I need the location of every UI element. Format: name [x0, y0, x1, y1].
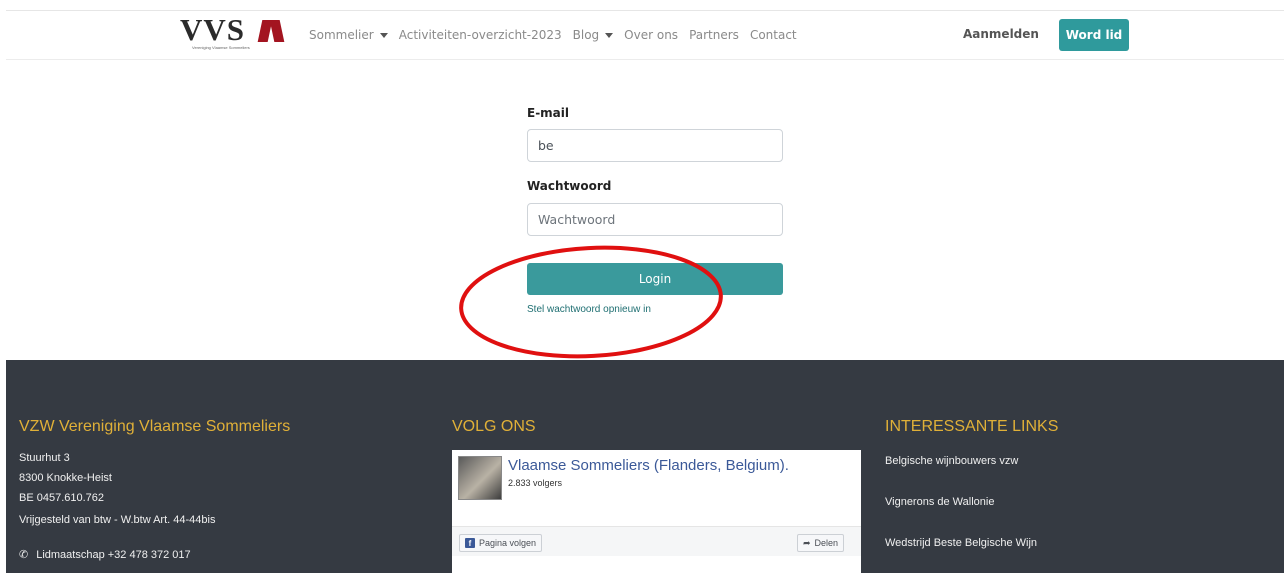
follow-page-label: Pagina volgen: [479, 538, 537, 548]
nav-item-over-ons[interactable]: Over ons: [624, 28, 678, 42]
logo-accent-2: [269, 20, 285, 42]
reset-password-link[interactable]: Stel wachtwoord opnieuw in: [527, 304, 651, 315]
join-button[interactable]: Word lid: [1059, 19, 1129, 51]
footer-link[interactable]: Belgische wijnbouwers vzw: [885, 455, 1018, 467]
nav-item-label: Activiteiten-overzicht-2023: [398, 28, 562, 42]
footer-link[interactable]: Vignerons de Wallonie: [885, 496, 994, 508]
nav-divider: [6, 59, 1284, 60]
nav-item-label: Blog: [572, 28, 600, 42]
nav-item-label: Over ons: [624, 28, 679, 42]
facebook-icon: f: [465, 538, 475, 548]
footer-links-title: INTERESSANTE LINKS: [885, 418, 1059, 435]
navbar: VVS Vereniging Vlaamse Sommeliers Sommel…: [0, 11, 1284, 59]
nav-item-activiteiten[interactable]: Activiteiten-overzicht-2023: [399, 28, 562, 42]
footer-link[interactable]: Wedstrijd Beste Belgische Wijn: [885, 537, 1037, 549]
nav-item-sommelier[interactable]: Sommelier: [309, 28, 388, 42]
footer: VZW Vereniging Vlaamse Sommeliers Stuurh…: [6, 360, 1284, 573]
password-field[interactable]: Wachtwoord: [527, 203, 783, 236]
logo-text: VVS: [180, 12, 246, 47]
chevron-down-icon: [379, 32, 388, 38]
phone-text: Lidmaatschap +32 478 372 017: [36, 549, 191, 561]
nav-item-label: Partners: [689, 28, 739, 42]
facebook-action-bar: f Pagina volgen ➦ Delen: [452, 526, 861, 556]
vat-exempt-line: Vrijgesteld van btw - W.btw Art. 44-44bi…: [19, 514, 216, 526]
email-label: E-mail: [527, 106, 570, 120]
follow-page-button[interactable]: f Pagina volgen: [459, 534, 543, 552]
login-button[interactable]: Login: [527, 263, 783, 295]
email-field[interactable]: be: [527, 129, 783, 162]
address-line: 8300 Knokke-Heist: [19, 472, 112, 484]
phone-line: ✆ Lidmaatschap +32 478 372 017: [19, 548, 191, 561]
vat-line: BE 0457.610.762: [19, 492, 105, 504]
chevron-down-icon: [605, 32, 614, 38]
logo-subtitle: Vereniging Vlaamse Sommeliers: [192, 45, 250, 50]
page-thumbnail[interactable]: [458, 456, 502, 500]
facebook-widget: Vlaamse Sommeliers (Flanders, Belgium). …: [452, 450, 861, 573]
nav-item-label: Contact: [749, 28, 797, 42]
share-button[interactable]: ➦ Delen: [797, 534, 845, 552]
nav-item-contact[interactable]: Contact: [750, 28, 797, 42]
share-icon: ➦: [803, 537, 811, 548]
signin-link[interactable]: Aanmelden: [963, 27, 1039, 41]
nav-item-blog[interactable]: Blog: [573, 28, 614, 42]
footer-follow-title: VOLG ONS: [452, 418, 536, 435]
facebook-page-name[interactable]: Vlaamse Sommeliers (Flanders, Belgium).: [508, 457, 789, 474]
main-nav: Sommelier Activiteiten-overzicht-2023 Bl…: [309, 11, 808, 59]
phone-icon: ✆: [19, 549, 29, 561]
password-label: Wachtwoord: [527, 179, 612, 193]
footer-org-title: VZW Vereniging Vlaamse Sommeliers: [19, 418, 291, 435]
share-label: Delen: [814, 538, 839, 548]
nav-item-partners[interactable]: Partners: [689, 28, 739, 42]
logo[interactable]: VVS Vereniging Vlaamse Sommeliers: [180, 12, 285, 52]
address-line: Stuurhut 3: [19, 452, 70, 464]
nav-item-label: Sommelier: [309, 28, 374, 42]
follower-count: 2.833 volgers: [508, 478, 563, 488]
